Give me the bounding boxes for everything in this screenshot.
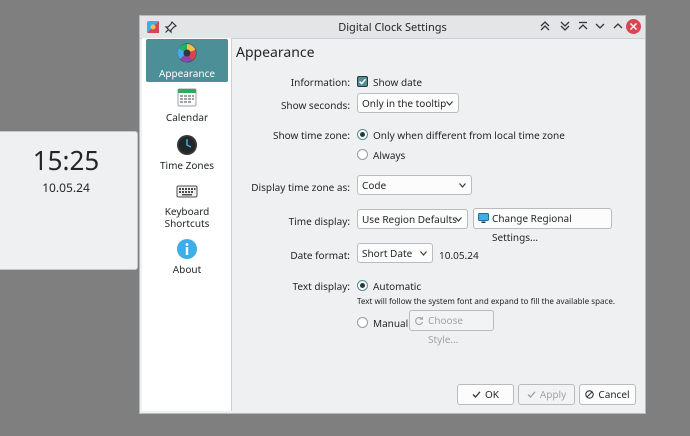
double-chevron-down-icon [560, 21, 570, 31]
cancel-label: Cancel [598, 387, 630, 401]
close-icon [630, 23, 637, 30]
display-tz-as-label: Display time zone as: [251, 180, 350, 194]
date-format-label: Date format: [290, 248, 350, 262]
text-display-hint: Text will follow the system font and exp… [357, 296, 615, 307]
cancel-icon [585, 390, 595, 399]
ok-label: OK [485, 387, 499, 401]
show-time-zone-label: Show time zone: [272, 128, 350, 142]
tz-only-different-label[interactable]: Only when different from local time zone [373, 128, 565, 142]
apply-label: Apply [539, 387, 567, 401]
clock-date: 10.05.24 [42, 179, 90, 196]
display-tz-as-value: Code [362, 178, 387, 192]
time-display-value: Use Region Defaults [362, 212, 457, 226]
keep-below-button[interactable] [557, 18, 573, 34]
title-bar[interactable]: Digital Clock Settings [140, 16, 645, 39]
page-title: Appearance [236, 43, 315, 62]
shade-icon [578, 21, 588, 30]
text-automatic-label[interactable]: Automatic [373, 279, 421, 293]
show-seconds-label: Show seconds: [280, 98, 350, 112]
change-regional-settings-label: Change Regional Settings... [492, 211, 572, 244]
clock-time: 15:25 [32, 142, 100, 178]
display-tz-as-combo[interactable]: Code [357, 175, 472, 195]
time-display-combo[interactable]: Use Region Defaults [357, 209, 468, 229]
time-display-label: Time display: [288, 214, 350, 228]
date-format-combo[interactable]: Short Date [357, 243, 433, 263]
sidebar-item-label: Time Zones [159, 158, 215, 172]
chevron-up-icon [613, 23, 623, 29]
checkmark-icon [472, 391, 481, 398]
text-display-label: Text display: [292, 279, 350, 293]
chevron-down-icon [420, 251, 427, 256]
chevron-down-icon [459, 183, 466, 188]
choose-style-button[interactable]: Choose Style... [409, 310, 494, 346]
date-format-value: Short Date [362, 246, 413, 260]
shade-button[interactable] [575, 18, 591, 34]
sidebar-item-label: About [172, 262, 202, 276]
chevron-down-icon [446, 101, 453, 106]
text-automatic-radio[interactable] [357, 280, 368, 291]
appearance-page: Appearance Information: Show date Show s… [232, 38, 645, 413]
settings-window: Digital Clock Settings Appearance Calend… [139, 15, 646, 414]
show-date-label[interactable]: Show date [373, 75, 422, 89]
monitor-icon [478, 213, 489, 223]
show-seconds-combo[interactable]: Only in the tooltip [357, 93, 459, 113]
keep-above-button[interactable] [537, 18, 553, 34]
tz-always-radio[interactable] [357, 149, 368, 160]
show-seconds-value: Only in the tooltip [362, 96, 447, 110]
ok-button[interactable]: OK [457, 384, 514, 405]
chevron-down-icon [455, 217, 462, 222]
maximize-button[interactable] [610, 18, 626, 34]
date-format-preview: 10.05.24 [439, 248, 479, 262]
checkmark-icon [358, 78, 367, 85]
change-regional-settings-button[interactable]: Change Regional Settings... [473, 208, 612, 244]
choose-style-label: Choose Style... [428, 313, 464, 346]
chevron-down-icon [595, 23, 605, 29]
cancel-button[interactable]: Cancel [579, 384, 636, 405]
text-manual-label[interactable]: Manual [373, 316, 408, 330]
sidebar-item-label: Calendar [165, 110, 209, 124]
minimize-button[interactable] [592, 18, 608, 34]
desktop-clock-widget[interactable]: 15:25 10.05.24 [0, 131, 138, 270]
refresh-icon [415, 316, 424, 326]
appearance-icon [177, 43, 197, 63]
apply-button[interactable]: Apply [518, 384, 575, 405]
checkmark-icon [527, 391, 536, 398]
show-date-checkbox[interactable] [357, 76, 368, 87]
tz-always-label[interactable]: Always [373, 148, 405, 162]
double-chevron-up-icon [540, 21, 550, 31]
close-button[interactable] [626, 19, 641, 34]
text-manual-radio[interactable] [357, 317, 368, 328]
tz-only-different-radio[interactable] [357, 129, 368, 140]
information-label: Information: [290, 75, 350, 89]
